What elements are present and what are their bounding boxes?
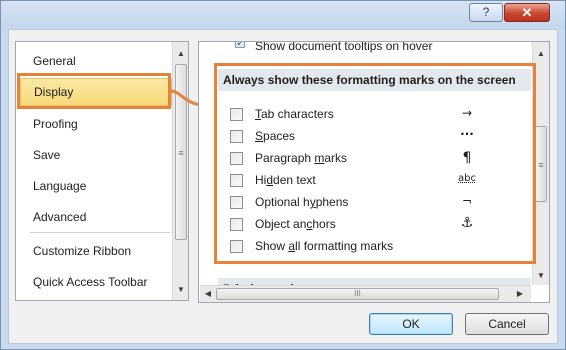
highlight-callout-formatting-marks (214, 63, 536, 264)
checkbox-checked-icon[interactable]: ✓ (235, 42, 245, 48)
title-bar: ? ✕ (1, 1, 565, 29)
word-options-dialog: ? ✕ General Display Proofing Save Langua… (0, 0, 566, 350)
nav-divider (30, 232, 170, 233)
grip-icon: III (354, 289, 361, 298)
scroll-left-arrow-icon[interactable]: ◀ (200, 286, 216, 302)
nav-item-language[interactable]: Language (20, 172, 172, 200)
nav-vertical-scrollbar[interactable]: ▲ ≡ ▼ (172, 42, 188, 300)
tooltips-option-label: Show document tooltips on hover (255, 41, 433, 53)
scroll-down-arrow-icon[interactable]: ▼ (173, 282, 188, 298)
scroll-up-arrow-icon[interactable]: ▲ (173, 46, 188, 62)
close-button[interactable]: ✕ (504, 3, 550, 22)
content-horizontal-scrollbar[interactable]: ◀ III ▶ (200, 285, 530, 302)
nav-item-general[interactable]: General (20, 47, 172, 75)
highlight-callout-nav (17, 73, 171, 109)
scroll-down-arrow-icon[interactable]: ▼ (533, 268, 549, 284)
content-scroll-thumb[interactable]: ≡ (535, 126, 547, 202)
ok-button[interactable]: OK (369, 313, 453, 335)
grip-icon: ≡ (178, 148, 184, 158)
cancel-button[interactable]: Cancel (465, 313, 549, 335)
nav-item-advanced[interactable]: Advanced (20, 203, 172, 231)
nav-item-quick-access-toolbar[interactable]: Quick Access Toolbar (20, 268, 172, 296)
help-button[interactable]: ? (469, 3, 503, 22)
horizontal-scroll-thumb[interactable]: III (216, 288, 499, 300)
grip-icon: ≡ (538, 160, 544, 170)
nav-item-proofing[interactable]: Proofing (20, 110, 172, 138)
close-icon: ✕ (521, 5, 533, 20)
nav-item-customize-ribbon[interactable]: Customize Ribbon (20, 237, 172, 265)
scroll-up-arrow-icon[interactable]: ▲ (533, 46, 549, 62)
nav-item-save[interactable]: Save (20, 141, 172, 169)
scroll-right-arrow-icon[interactable]: ▶ (512, 286, 528, 302)
